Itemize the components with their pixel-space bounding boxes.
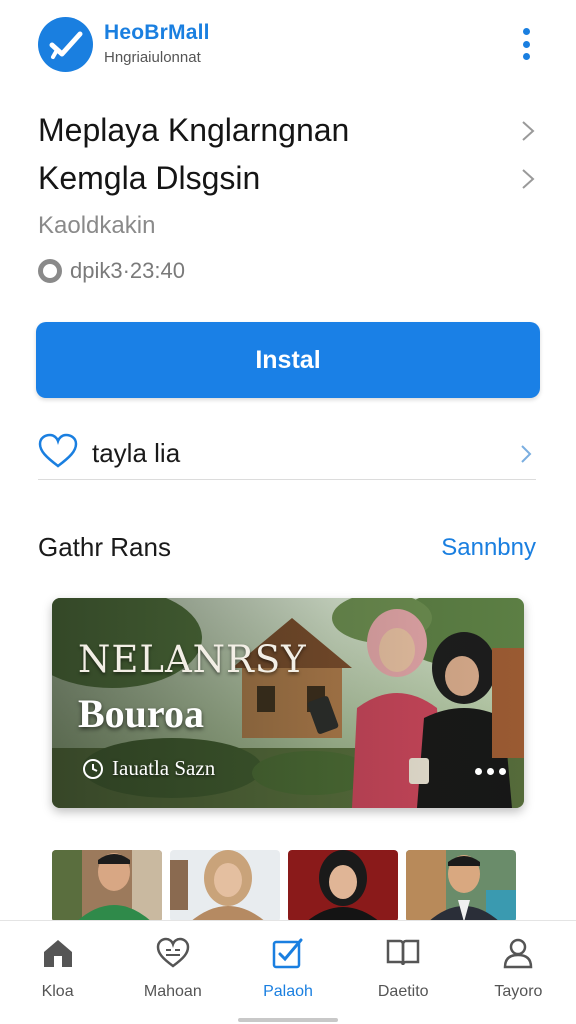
gallery-title: Gathr Rans <box>38 532 171 562</box>
featured-meta: Iauatla Sazn <box>82 756 215 781</box>
featured-title: Bouroa <box>78 691 204 736</box>
person-icon <box>500 935 536 971</box>
meta-text: dpik3·23:40 <box>70 258 185 283</box>
edit-check-icon <box>270 935 306 971</box>
app-title-line2: Kemgla Dlsgsin <box>38 160 261 196</box>
bottom-navigation: Kloa Mahoan Palaoh Daetito Tayoro <box>0 920 576 1024</box>
app-title-line1: Meplaya Knglarngnan <box>38 112 350 148</box>
nav-item-mahoan[interactable]: Mahoan <box>115 921 230 1024</box>
nav-label-daetito: Daetito <box>377 983 429 1000</box>
wishlist-row[interactable]: tayla lia <box>38 428 536 480</box>
nav-label-tayoro: Tayoro <box>494 983 543 1000</box>
book-icon <box>385 935 421 971</box>
title-row-1[interactable]: Meplaya Knglarngnan <box>38 112 538 149</box>
kebab-menu-icon[interactable] <box>514 24 538 64</box>
heart-outline-icon <box>38 433 78 474</box>
status-dot-icon <box>38 259 62 283</box>
brand-tagline: Hngriaiulonnat <box>104 49 201 66</box>
wishlist-label: tayla lia <box>92 438 181 468</box>
checkmark-logo-icon <box>38 17 93 72</box>
nav-item-home[interactable]: Kloa <box>0 921 115 1024</box>
more-dots-icon[interactable] <box>475 768 506 775</box>
brand-name: HeoBrMall <box>104 21 210 44</box>
chevron-right-icon <box>516 444 536 464</box>
thumbnail-strip <box>52 850 524 922</box>
nav-label-palaoh: Palaoh <box>263 983 313 1000</box>
chevron-right-icon <box>518 120 538 141</box>
thumbnail-portrait-man[interactable] <box>52 850 162 922</box>
home-indicator <box>238 1018 338 1022</box>
nav-label-home: Kloa <box>41 983 74 1000</box>
nav-item-daetito[interactable]: Daetito <box>346 921 461 1024</box>
heart-gift-icon <box>155 935 191 971</box>
nav-item-palaoh[interactable]: Palaoh <box>230 921 345 1024</box>
featured-card[interactable]: NELANRSY Bouroa Iauatla Sazn <box>52 598 524 808</box>
featured-kicker: NELANRSY <box>78 638 307 681</box>
brand: HeoBrMall Hngriaiulonnat <box>104 21 210 66</box>
clock-icon <box>82 758 104 780</box>
see-all-link[interactable]: Sannbny <box>441 534 536 562</box>
install-button[interactable]: Instal <box>36 322 540 398</box>
app-subtitle: Kaoldkakin <box>38 212 156 239</box>
thumbnail-portrait-man-suit[interactable] <box>406 850 516 922</box>
app-header: HeoBrMall Hngriaiulonnat <box>0 0 576 92</box>
nav-item-tayoro[interactable]: Tayoro <box>461 921 576 1024</box>
app-meta: dpik3·23:40 <box>38 258 185 284</box>
chevron-right-icon <box>518 168 538 189</box>
thumbnail-portrait-woman-black-hijab[interactable] <box>288 850 398 922</box>
nav-label-mahoan: Mahoan <box>143 983 202 1000</box>
featured-meta-text: Iauatla Sazn <box>112 756 216 780</box>
thumbnail-portrait-woman-hijab[interactable] <box>170 850 280 922</box>
home-icon <box>40 935 76 971</box>
title-row-2[interactable]: Kemgla Dlsgsin <box>38 160 538 197</box>
